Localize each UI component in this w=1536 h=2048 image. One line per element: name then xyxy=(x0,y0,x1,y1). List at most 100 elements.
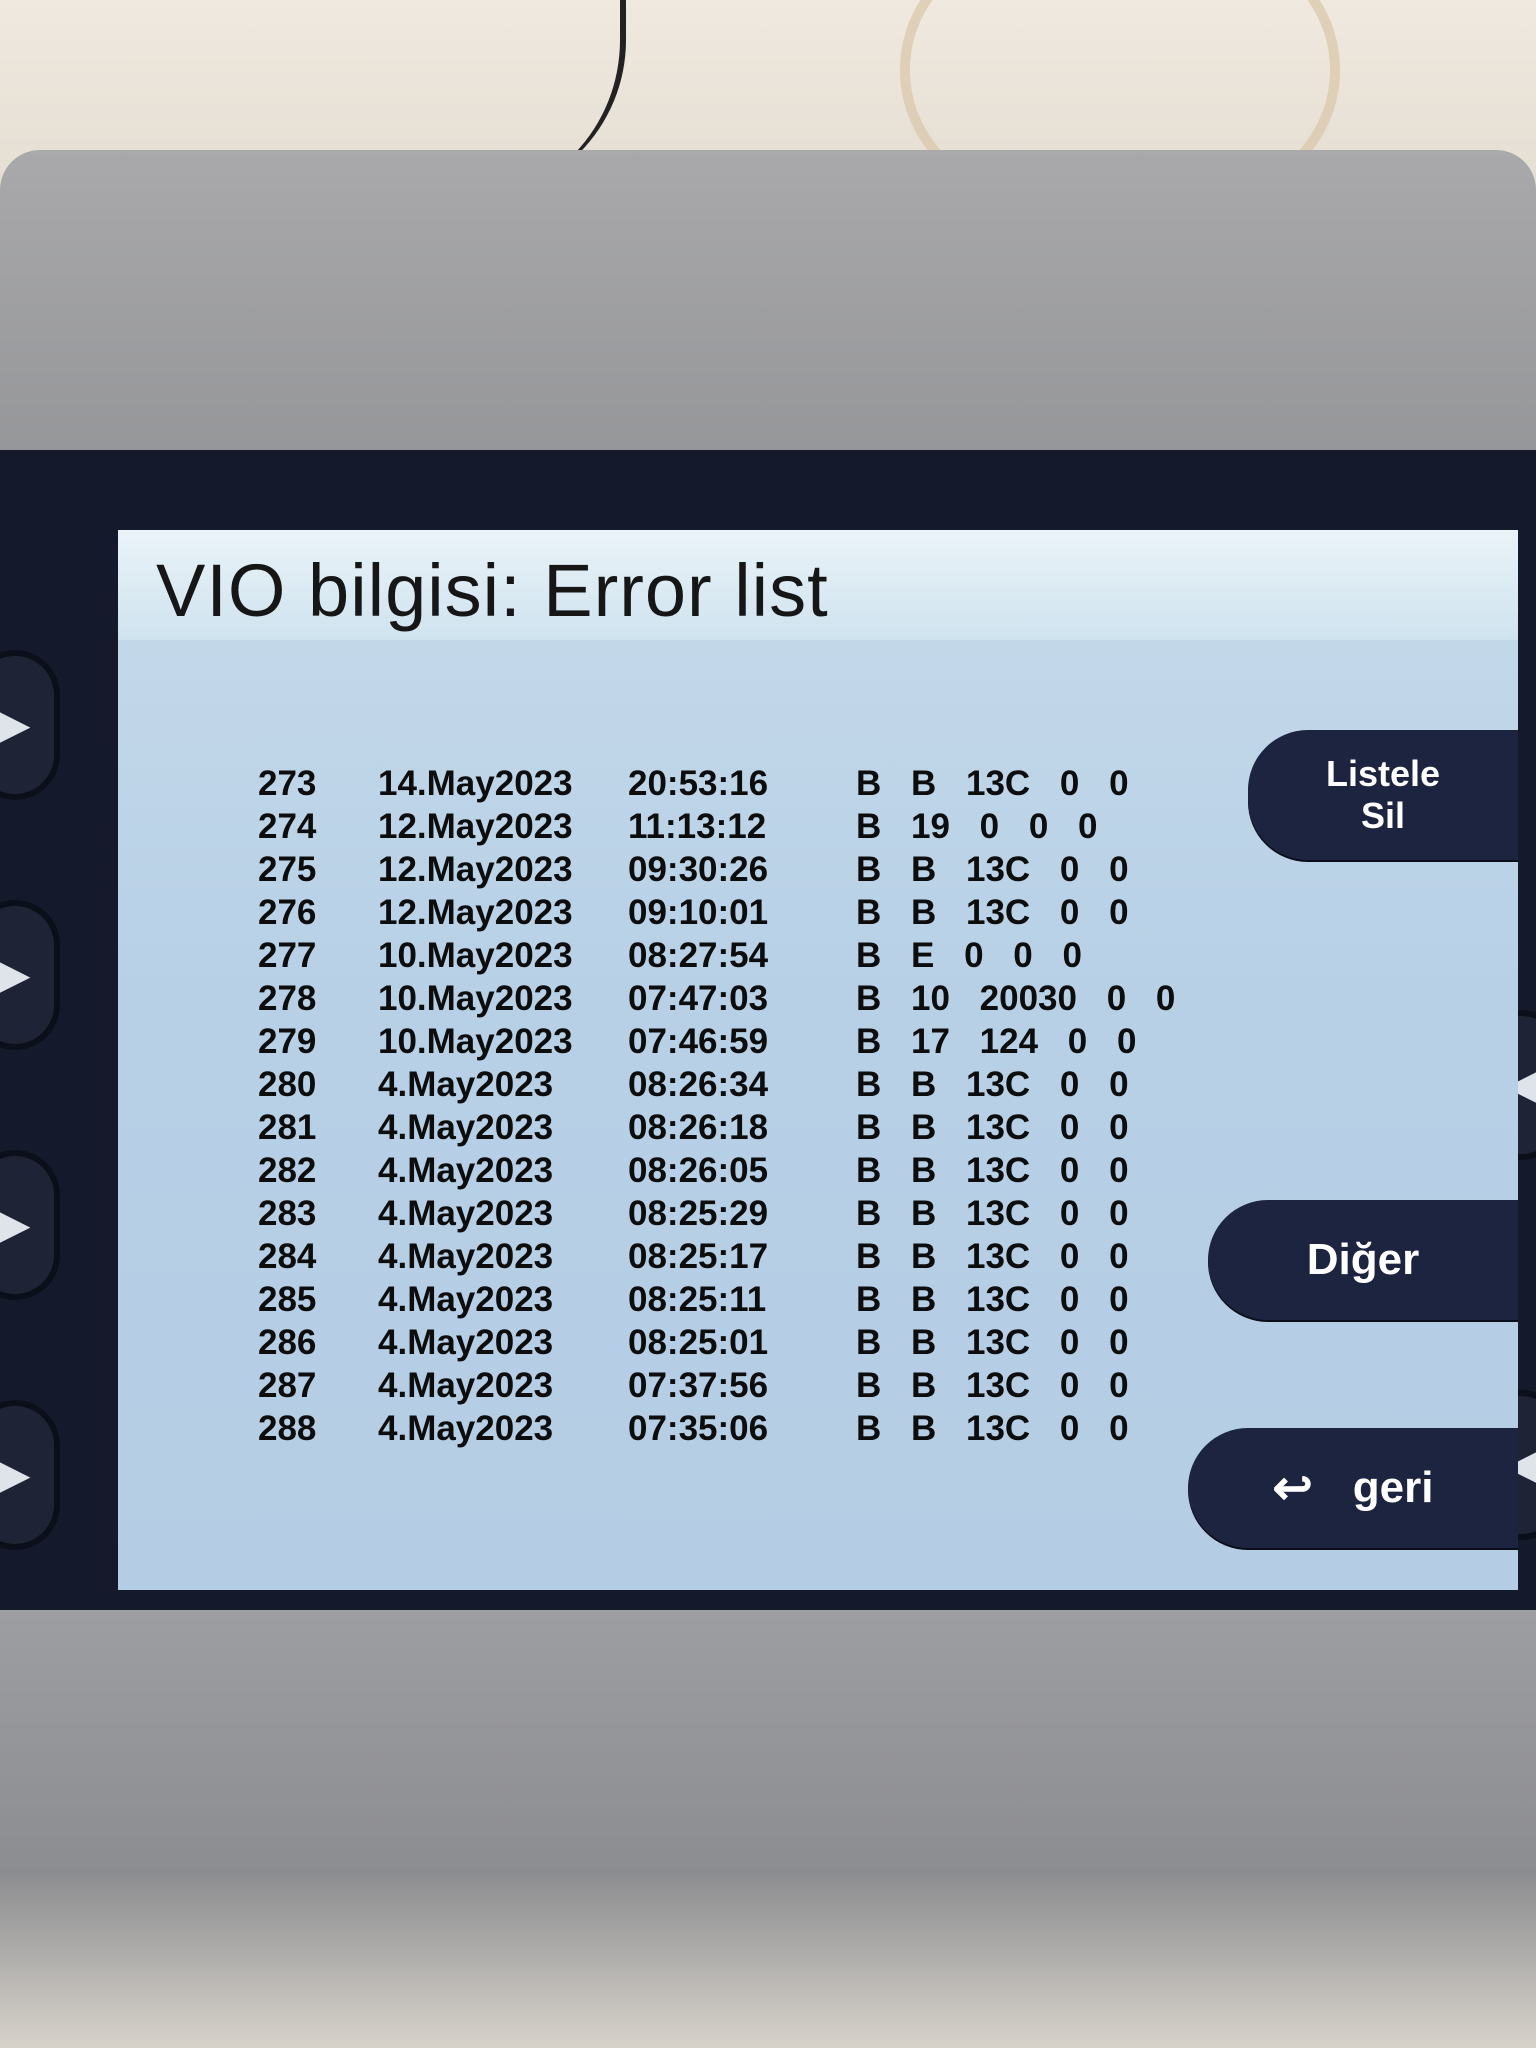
error-time: 07:37:56 xyxy=(628,1365,769,1405)
error-date: 12.May2023 xyxy=(378,806,573,846)
error-code: B B 13C 0 0 xyxy=(856,1107,1129,1147)
diger-label: Diğer xyxy=(1306,1235,1420,1284)
error-date: 4.May2023 xyxy=(378,1408,554,1448)
error-date: 4.May2023 xyxy=(378,1322,554,1362)
error-code: B B 13C 0 0 xyxy=(856,1150,1129,1190)
side-arrow-button-2[interactable]: ▶ xyxy=(0,900,60,1050)
error-code: B E 0 0 0 xyxy=(856,935,1082,975)
arrow-right-icon: ▶ xyxy=(0,1203,31,1247)
arrow-right-icon: ▶ xyxy=(0,703,31,747)
error-code: B B 13C 0 0 xyxy=(856,1064,1129,1104)
error-row: 286 4.May2023 08:25:01 B B 13C 0 0 xyxy=(258,1321,1198,1364)
error-time: 08:26:05 xyxy=(628,1150,769,1190)
error-time: 11:13:12 xyxy=(628,806,767,846)
error-date: 4.May2023 xyxy=(378,1150,554,1190)
error-row: 279 10.May2023 07:46:59 B 17 124 0 0 xyxy=(258,1020,1198,1063)
error-row: 278 10.May2023 07:47:03 B 10 20030 0 0 xyxy=(258,977,1198,1020)
error-number: 275 xyxy=(258,849,317,889)
error-number: 284 xyxy=(258,1236,317,1276)
error-time: 09:10:01 xyxy=(628,892,769,932)
error-number: 287 xyxy=(258,1365,317,1405)
error-number: 276 xyxy=(258,892,317,932)
error-number: 274 xyxy=(258,806,317,846)
error-code: B B 13C 0 0 xyxy=(856,1322,1129,1362)
error-date: 4.May2023 xyxy=(378,1279,554,1319)
error-number: 278 xyxy=(258,978,317,1018)
error-date: 12.May2023 xyxy=(378,892,573,932)
error-row: 274 12.May2023 11:13:12 B 19 0 0 0 xyxy=(258,805,1198,848)
error-row: 275 12.May2023 09:30:26 B B 13C 0 0 xyxy=(258,848,1198,891)
side-arrow-button-4[interactable]: ▶ xyxy=(0,1400,60,1550)
title-bar: VIO bilgisi: Error list xyxy=(118,530,1518,640)
error-date: 4.May2023 xyxy=(378,1064,554,1104)
error-row: 280 4.May2023 08:26:34 B B 13C 0 0 xyxy=(258,1063,1198,1106)
error-number: 279 xyxy=(258,1021,317,1061)
error-time: 08:27:54 xyxy=(628,935,769,975)
error-number: 283 xyxy=(258,1193,317,1233)
error-date: 10.May2023 xyxy=(378,1021,573,1061)
error-code: B B 13C 0 0 xyxy=(856,1236,1129,1276)
error-code: B B 13C 0 0 xyxy=(856,1408,1129,1448)
page-title: VIO bilgisi: Error list xyxy=(156,549,829,632)
geri-label: geri xyxy=(1352,1463,1434,1512)
error-date: 4.May2023 xyxy=(378,1365,554,1405)
error-time: 07:47:03 xyxy=(628,978,769,1018)
error-code: B B 13C 0 0 xyxy=(856,1193,1129,1233)
error-row: 273 14.May2023 20:53:16 B B 13C 0 0 xyxy=(258,762,1198,805)
error-row: 288 4.May2023 07:35:06 B B 13C 0 0 xyxy=(258,1407,1198,1450)
error-time: 08:25:01 xyxy=(628,1322,769,1362)
error-time: 08:25:11 xyxy=(628,1279,767,1319)
side-arrow-button-1[interactable]: ▶ xyxy=(0,650,60,800)
return-arrow-icon: ↩ xyxy=(1272,1462,1313,1515)
error-row: 276 12.May2023 09:10:01 B B 13C 0 0 xyxy=(258,891,1198,934)
side-arrow-button-3[interactable]: ▶ xyxy=(0,1150,60,1300)
error-number: 280 xyxy=(258,1064,317,1104)
error-number: 285 xyxy=(258,1279,317,1319)
error-time: 09:30:26 xyxy=(628,849,769,889)
error-list: 273 14.May2023 20:53:16 B B 13C 0 0 274 12.Ma… xyxy=(258,762,1198,1450)
listele-sil-button[interactable]: Listele Sil xyxy=(1248,730,1518,860)
error-time: 20:53:16 xyxy=(628,763,769,803)
error-code: B 19 0 0 0 xyxy=(856,806,1098,846)
error-time: 08:25:17 xyxy=(628,1236,769,1276)
diger-button[interactable]: Diğer xyxy=(1208,1200,1518,1320)
sil-label: Sil xyxy=(1360,795,1405,836)
error-time: 07:46:59 xyxy=(628,1021,769,1061)
error-number: 277 xyxy=(258,935,317,975)
error-date: 4.May2023 xyxy=(378,1236,554,1276)
geri-button[interactable]: ↩ geri xyxy=(1188,1428,1518,1548)
device-housing-bottom xyxy=(0,1610,1536,2048)
error-date: 4.May2023 xyxy=(378,1107,554,1147)
error-code: B B 13C 0 0 xyxy=(856,892,1129,932)
error-number: 286 xyxy=(258,1322,317,1362)
listele-label: Listele xyxy=(1325,753,1441,794)
error-row: 284 4.May2023 08:25:17 B B 13C 0 0 xyxy=(258,1235,1198,1278)
error-code: B B 13C 0 0 xyxy=(856,1365,1129,1405)
device-screen: VIO bilgisi: Error list 273 14.May2023 20:… xyxy=(118,530,1518,1590)
error-time: 08:26:34 xyxy=(628,1064,769,1104)
error-number: 282 xyxy=(258,1150,317,1190)
error-code: B 17 124 0 0 xyxy=(856,1021,1137,1061)
error-row: 287 4.May2023 07:37:56 B B 13C 0 0 xyxy=(258,1364,1198,1407)
error-date: 10.May2023 xyxy=(378,935,573,975)
error-row: 283 4.May2023 08:25:29 B B 13C 0 0 xyxy=(258,1192,1198,1235)
error-row: 282 4.May2023 08:26:05 B B 13C 0 0 xyxy=(258,1149,1198,1192)
error-row: 277 10.May2023 08:27:54 B E 0 0 0 xyxy=(258,934,1198,977)
error-row: 281 4.May2023 08:26:18 B B 13C 0 0 xyxy=(258,1106,1198,1149)
error-number: 281 xyxy=(258,1107,317,1147)
error-number: 288 xyxy=(258,1408,317,1448)
error-date: 12.May2023 xyxy=(378,849,573,889)
error-code: B 10 20030 0 0 xyxy=(856,978,1176,1018)
error-date: 4.May2023 xyxy=(378,1193,554,1233)
arrow-right-icon: ▶ xyxy=(0,1453,31,1497)
error-code: B B 13C 0 0 xyxy=(856,763,1129,803)
error-time: 07:35:06 xyxy=(628,1408,769,1448)
error-time: 08:26:18 xyxy=(628,1107,769,1147)
error-row: 285 4.May2023 08:25:11 B B 13C 0 0 xyxy=(258,1278,1198,1321)
arrow-right-icon: ▶ xyxy=(0,953,31,997)
error-code: B B 13C 0 0 xyxy=(856,849,1129,889)
error-date: 14.May2023 xyxy=(378,763,573,803)
error-time: 08:25:29 xyxy=(628,1193,769,1233)
error-number: 273 xyxy=(258,763,317,803)
error-date: 10.May2023 xyxy=(378,978,573,1018)
